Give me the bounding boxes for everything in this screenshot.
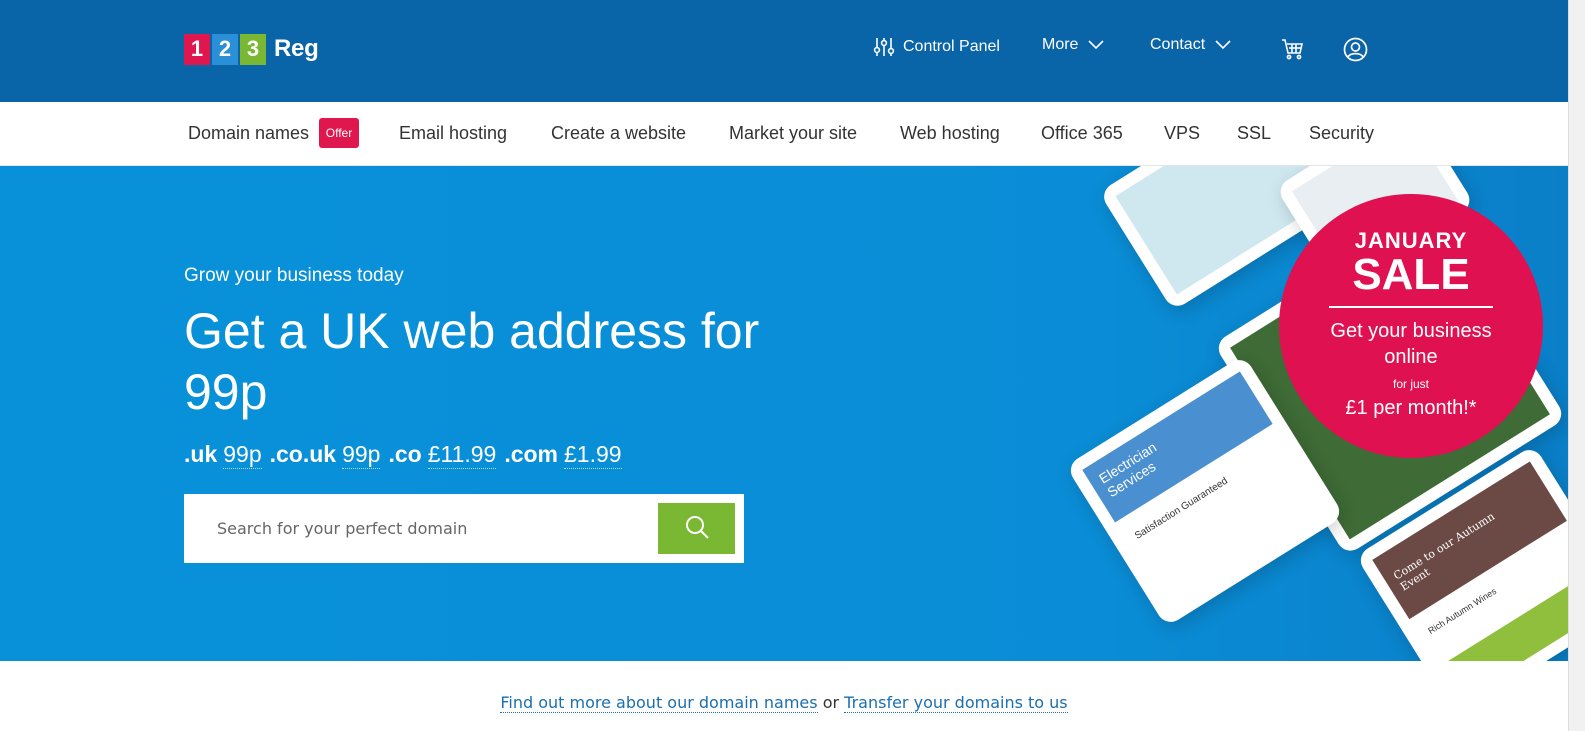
offer-badge: Offer <box>319 118 359 148</box>
search-icon <box>684 514 710 543</box>
tld-name: .uk <box>184 441 218 467</box>
nav-security[interactable]: Security <box>1309 123 1374 144</box>
domain-search-box <box>184 494 744 563</box>
logo-word: Reg <box>274 35 319 62</box>
domain-search-button[interactable] <box>658 503 735 554</box>
product-nav: Domain names Email hosting Create a webs… <box>0 102 1568 166</box>
cart-icon <box>1281 38 1303 60</box>
tld-price[interactable]: 99p <box>342 441 381 469</box>
price-list: .uk 99p .co.uk 99p .co £11.99 .com £1.99 <box>184 441 630 469</box>
nav-web-hosting[interactable]: Web hosting <box>900 123 1000 144</box>
sale-price: £1 per month!* <box>1345 397 1477 419</box>
more-menu[interactable]: More <box>1042 36 1105 54</box>
nav-email-hosting[interactable]: Email hosting <box>399 123 507 144</box>
contact-menu[interactable]: Contact <box>1150 36 1231 54</box>
logo[interactable]: 1 2 3 Reg <box>184 33 319 65</box>
nav-ssl[interactable]: SSL <box>1237 123 1271 144</box>
tld-price[interactable]: £11.99 <box>427 441 497 469</box>
account-button[interactable] <box>1343 37 1368 62</box>
hero-kicker: Grow your business today <box>184 265 404 286</box>
nav-vps[interactable]: VPS <box>1164 123 1200 144</box>
domain-names-link[interactable]: Find out more about our domain names <box>500 693 818 713</box>
control-panel-link[interactable]: Control Panel <box>873 36 1000 58</box>
tld-price[interactable]: 99p <box>223 441 262 469</box>
domain-links: Find out more about our domain names or … <box>0 693 1568 713</box>
nav-domain-names[interactable]: Domain names <box>188 123 309 144</box>
transfer-domains-link[interactable]: Transfer your domains to us <box>844 693 1068 713</box>
tld-name: .co.uk <box>269 441 337 467</box>
tld-price[interactable]: £1.99 <box>564 441 622 469</box>
sale-badge[interactable]: JANUARY SALE Get your business online fo… <box>1279 194 1543 458</box>
sale-for-just: for just <box>1392 377 1429 391</box>
sale-title: SALE <box>1352 250 1470 299</box>
logo-digit-3: 3 <box>240 33 266 65</box>
nav-create-a-website[interactable]: Create a website <box>551 123 686 144</box>
user-circle-icon <box>1343 37 1368 62</box>
control-panel-label: Control Panel <box>903 38 1000 55</box>
chevron-down-icon <box>1088 40 1105 50</box>
logo-digit-2: 2 <box>212 33 238 65</box>
more-label: More <box>1042 36 1079 53</box>
nav-office-365[interactable]: Office 365 <box>1041 123 1123 144</box>
domain-search-input[interactable] <box>184 494 644 563</box>
sliders-icon <box>873 36 895 58</box>
sale-tagline: Get your business online <box>1330 320 1492 368</box>
logo-digit-1: 1 <box>184 33 210 65</box>
hero-headline: Get a UK web address for 99p <box>184 303 760 420</box>
cart-button[interactable] <box>1281 38 1303 60</box>
links-connector: or <box>822 693 840 712</box>
nav-market-your-site[interactable]: Market your site <box>729 123 857 144</box>
tld-name: .com <box>504 441 559 467</box>
tld-name: .co <box>388 441 422 467</box>
sale-divider <box>1329 306 1493 308</box>
contact-label: Contact <box>1150 36 1206 53</box>
top-header: 1 2 3 Reg Control Panel More Contact <box>0 0 1568 102</box>
page-scrollbar[interactable] <box>1568 0 1585 731</box>
chevron-down-icon <box>1215 40 1231 50</box>
